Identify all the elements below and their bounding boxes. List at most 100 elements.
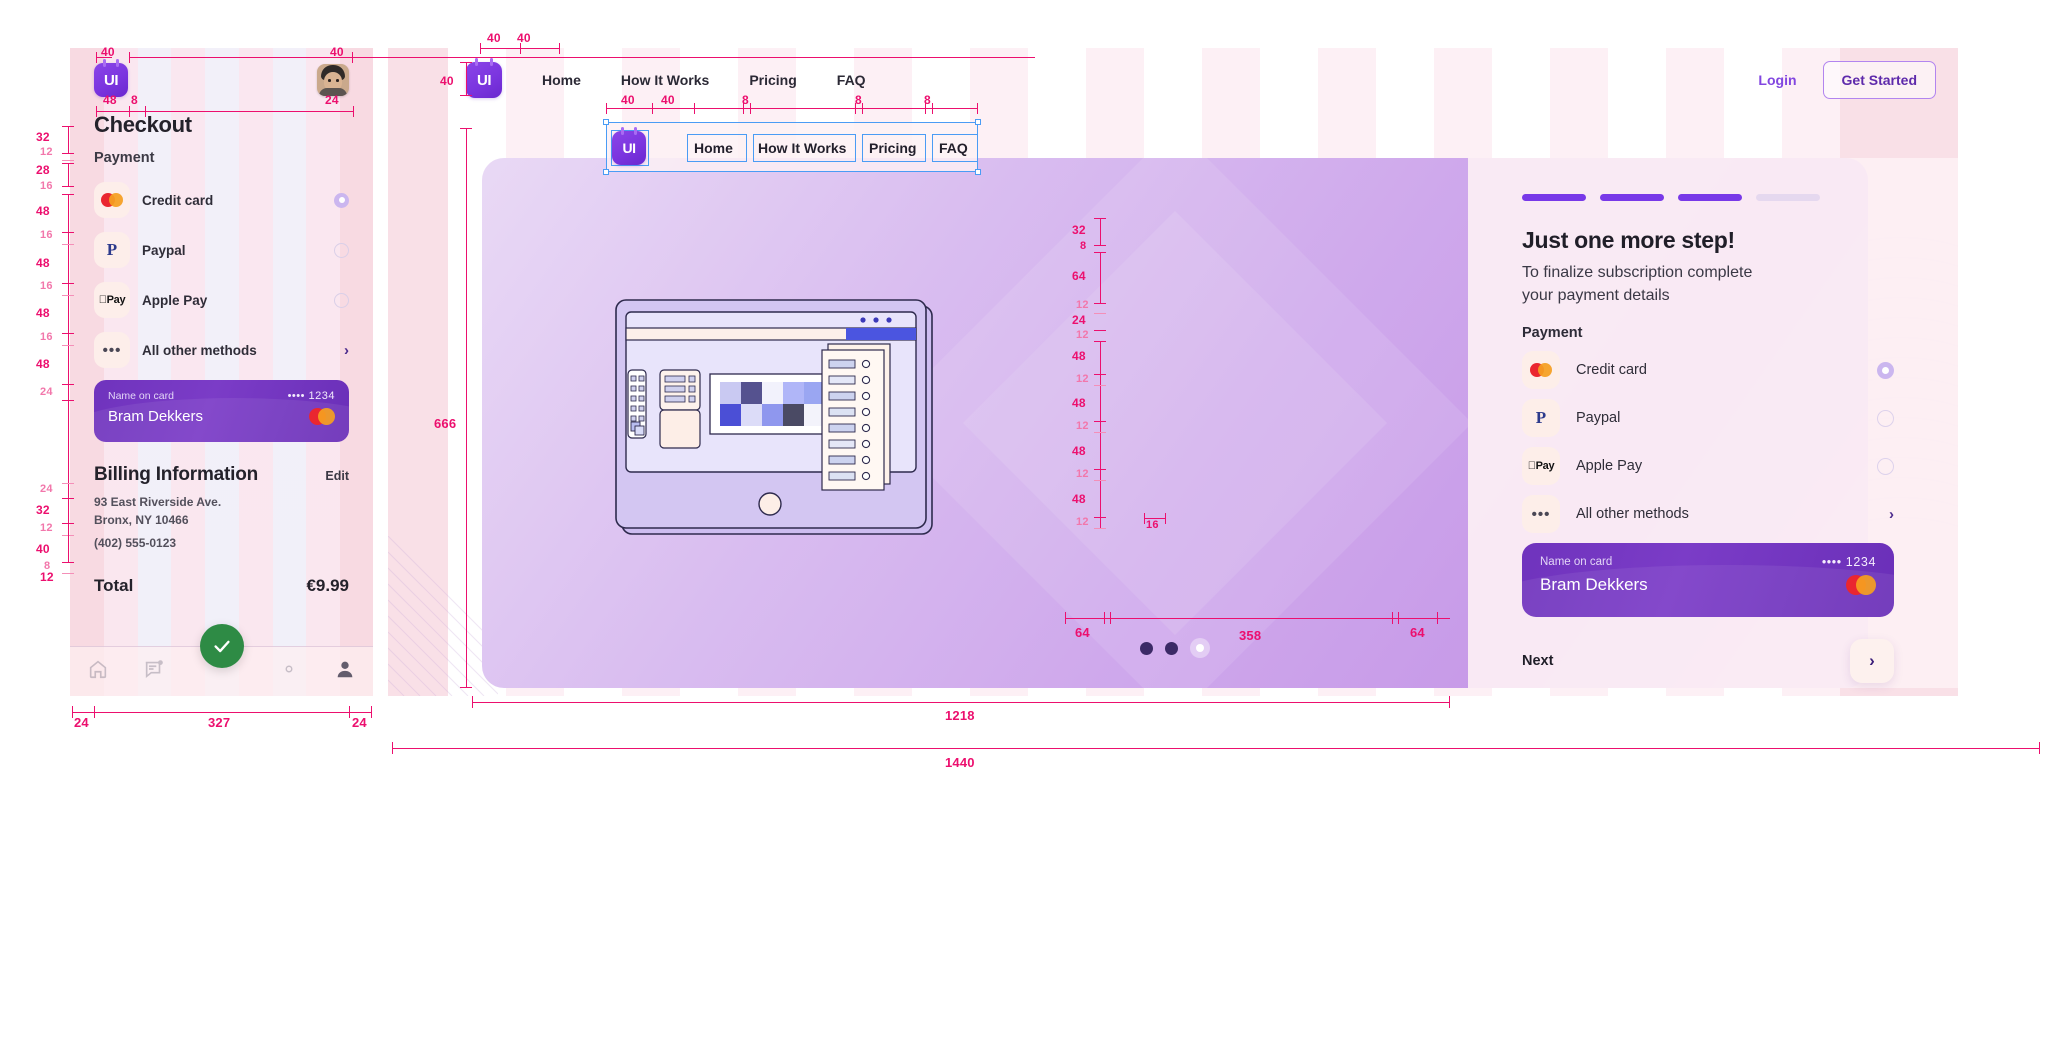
billing-address-line1: 93 East Riverside Ave. (94, 495, 222, 509)
annotation-12-gap: 12 (40, 146, 53, 158)
payment-radio[interactable] (1877, 457, 1894, 475)
nav-link-pricing[interactable]: Pricing (749, 72, 796, 88)
annotation-logo-height-40: 40 (440, 74, 454, 88)
total-label: Total (94, 576, 134, 595)
payment-method-row[interactable]: ••• All other methods › (1522, 495, 1894, 534)
annotation-panel-12b: 12 (1076, 329, 1089, 341)
billing-edit-button[interactable]: Edit (325, 469, 349, 483)
app-logo-icon[interactable]: UI (466, 58, 502, 98)
payment-radio-selected[interactable] (1877, 361, 1894, 379)
next-button[interactable]: › (1850, 639, 1894, 684)
chevron-right-icon[interactable]: › (344, 342, 349, 359)
annotation-24-bottom-right: 24 (352, 715, 367, 730)
annotation-64-left: 64 (1075, 625, 1090, 640)
annotation-dt-48a: 48 (1072, 349, 1086, 363)
annotation-dt-12d: 12 (1076, 516, 1089, 528)
saved-card[interactable]: Name on card •••• 1234 Bram Dekkers (94, 380, 349, 442)
progress-steps (1522, 194, 1894, 201)
payment-method-list: Credit card P Paypal Pay Apple Pay ••• … (94, 180, 349, 370)
annotation-panel-8: 8 (1080, 240, 1087, 252)
payment-method-row[interactable]: Credit card (1522, 351, 1894, 390)
progress-step-filled (1522, 194, 1586, 201)
annotation-1218: 1218 (945, 708, 975, 723)
annotation-24-a: 24 (40, 386, 53, 398)
nav-link-how-it-works[interactable]: How It Works (621, 72, 709, 88)
payment-method-label: Paypal (1576, 410, 1621, 427)
card-masked-number: •••• 1234 (1821, 555, 1876, 570)
annotation-48-row-c: 48 (36, 306, 50, 320)
annotation-panel-64: 64 (1072, 269, 1086, 283)
payment-radio[interactable] (1877, 409, 1894, 427)
payment-method-label: All other methods (142, 342, 257, 358)
annotation-358: 358 (1239, 628, 1262, 643)
annotation-48-row-b: 48 (36, 256, 50, 270)
annotation-40-mobile-left: 40 (101, 45, 115, 59)
avatar[interactable] (317, 64, 349, 96)
annotation-28-payment: 28 (36, 163, 50, 177)
annotation-card-16: 16 (1146, 519, 1159, 531)
saved-card[interactable]: Name on card •••• 1234 Bram Dekkers (1522, 543, 1894, 618)
annotation-dt-48d: 48 (1072, 492, 1086, 506)
carousel-dot[interactable] (1140, 641, 1153, 655)
next-row: Next › (1522, 639, 1894, 684)
payment-method-label: Apple Pay (142, 292, 208, 308)
mastercard-icon (1846, 575, 1876, 596)
selection-nav-pricing-label: Pricing (869, 140, 917, 156)
home-icon[interactable] (87, 658, 109, 685)
paypal-icon: P (94, 232, 130, 268)
annotation-48-row-d: 48 (36, 357, 50, 371)
carousel-dot[interactable] (1165, 641, 1178, 655)
nav-link-faq[interactable]: FAQ (837, 72, 866, 88)
person-icon[interactable] (334, 658, 356, 685)
annotation-sel-8a: 8 (742, 93, 749, 107)
billing-phone: (402) 555-0123 (94, 536, 177, 550)
billing-address-line2: Bronx, NY 10466 (94, 513, 189, 527)
payment-method-row[interactable]: ••• All other methods › (94, 330, 349, 370)
annotation-panel-24: 24 (1072, 313, 1086, 327)
chevron-right-icon[interactable]: › (1889, 506, 1894, 523)
carousel-dot-active[interactable] (1190, 638, 1210, 658)
annotation-nav-40a: 40 (487, 31, 501, 45)
annotation-8-logo-gap: 8 (131, 93, 138, 107)
annotation-64-right: 64 (1410, 625, 1425, 640)
billing-title: Billing Information (94, 464, 259, 485)
annotation-24-bottom-left: 24 (74, 715, 89, 730)
payment-method-label: Credit card (142, 192, 214, 208)
payment-radio-selected[interactable] (334, 192, 349, 208)
messages-icon[interactable] (143, 658, 165, 685)
mastercard-icon (309, 408, 335, 425)
selection-nav-faq-label: FAQ (939, 140, 968, 156)
card-label: Name on card (108, 390, 174, 402)
payment-method-row[interactable]: P Paypal (94, 230, 349, 270)
get-started-button[interactable]: Get Started (1822, 61, 1936, 99)
panel-lead-line2: your payment details (1522, 286, 1670, 304)
annotation-24-b: 24 (40, 483, 53, 495)
app-logo-icon-selected[interactable]: UI (612, 127, 646, 165)
annotation-12-phone: 12 (40, 570, 54, 584)
progress-step-empty (1756, 194, 1820, 201)
annotation-sel-40a: 40 (621, 93, 635, 107)
payment-method-row[interactable]: Credit card (94, 180, 349, 220)
confirm-check-button[interactable] (199, 624, 244, 668)
payment-method-row[interactable]: Pay Apple Pay (94, 280, 349, 320)
annotation-panel-32: 32 (1072, 223, 1086, 237)
annotation-dt-48c: 48 (1072, 444, 1086, 458)
annotation-nav-40b: 40 (517, 31, 531, 45)
selection-nav-how-label: How It Works (758, 140, 847, 156)
annotation-48-logo-left: 48 (103, 93, 117, 107)
panel-lead-line1: To finalize subscription complete (1522, 264, 1753, 281)
gear-icon[interactable] (278, 658, 300, 685)
payment-method-label: Paypal (142, 242, 186, 258)
payment-radio[interactable] (334, 292, 349, 308)
app-logo-icon[interactable]: UI (94, 59, 128, 97)
design-spec-canvas: UI Checkout Payment Credit card P Paypal… (0, 0, 2048, 1044)
payment-method-row[interactable]: Pay Apple Pay (1522, 447, 1894, 486)
payment-method-row[interactable]: P Paypal (1522, 399, 1894, 438)
payment-section-title: Payment (94, 150, 155, 166)
billing-header: Billing Information Edit (94, 464, 349, 486)
nav-link-home[interactable]: Home (542, 72, 581, 88)
login-link[interactable]: Login (1758, 72, 1796, 88)
annotation-16-c: 16 (40, 280, 53, 292)
payment-radio[interactable] (334, 242, 349, 258)
total-row: Total €9.99 (94, 576, 349, 596)
